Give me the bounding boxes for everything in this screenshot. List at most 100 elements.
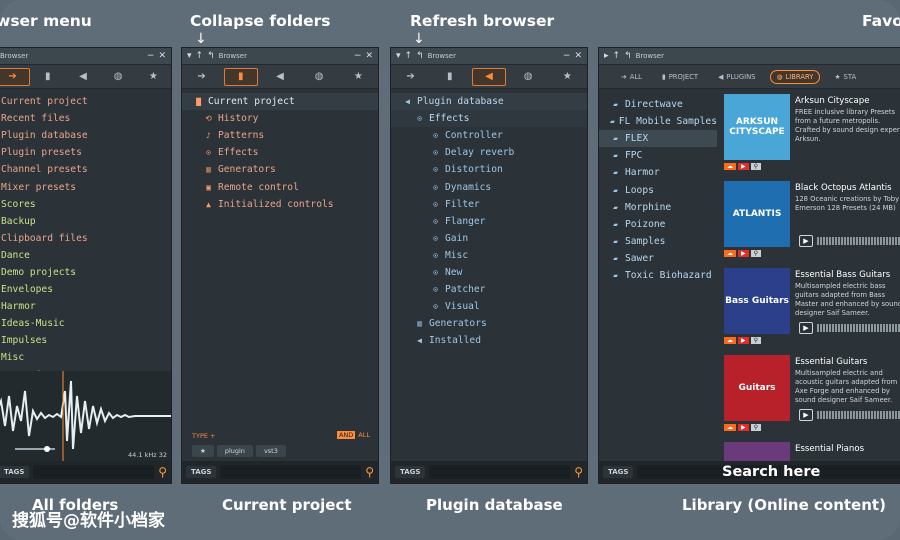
search-icon[interactable]: ⚲ [574,465,583,479]
library-folder[interactable]: ▰ Morphine [599,199,717,216]
soundcloud-icon[interactable]: ☁ [724,163,736,170]
folder-item[interactable]: Harmor [0,298,171,315]
minimize-icon[interactable]: − [563,51,571,61]
folder-item[interactable]: Mixer presets [0,178,171,195]
minimize-icon[interactable]: − [147,51,155,61]
library-card[interactable]: Guitars Essential Guitars Multisampled ele… [721,355,900,439]
minimize-icon[interactable]: − [354,51,362,61]
tab-plugins[interactable]: ◀ [471,67,506,86]
tree-item[interactable]: ⊙ Controller [391,127,587,144]
tab-project[interactable]: ▮ [223,67,258,86]
preview-play-button[interactable]: ▶ [799,322,813,334]
info-icon[interactable]: ⚲ [750,424,762,431]
tree-item[interactable]: ⊙ Delay reverb [391,144,587,161]
tab-library[interactable]: ◍ [302,68,336,86]
search-icon[interactable]: ⚲ [158,465,167,479]
tree-item[interactable]: ⊙ Misc [391,247,587,264]
youtube-icon[interactable]: ▶ [738,337,749,344]
tree-item[interactable]: ▲ Initialized controls [182,196,378,213]
tab-project[interactable]: ▮ [433,68,467,86]
type-filter-label[interactable]: TYPE + [192,432,215,440]
tree-item[interactable]: ⟲ History [182,110,378,127]
library-folder[interactable]: ▰ Directwave [599,96,717,113]
search-icon[interactable]: ⚲ [365,465,374,479]
folder-item[interactable]: Current project [0,93,171,110]
tab-plugins[interactable]: ◀ PLUGINS [712,71,761,83]
refresh-icon[interactable]: ↰ [624,51,632,61]
and-toggle[interactable]: AND [336,431,356,439]
search-input[interactable] [220,465,362,479]
tree-item[interactable]: ▣ Remote control [182,178,378,195]
tab-project[interactable]: ▮ [31,68,65,86]
tree-item[interactable]: ▥ Generators [182,161,378,178]
up-arrow-icon[interactable]: ↑ [196,51,204,61]
info-icon[interactable]: ⚲ [750,250,762,257]
library-card[interactable]: Bass Guitars Essential Bass Guitars Multis… [721,268,900,352]
filter-chip[interactable]: plugin [216,445,253,457]
tree-item[interactable]: ◀ Installed [391,332,587,349]
folder-item[interactable]: Backup [0,213,171,230]
library-card[interactable]: ATLANTIS Black Octopus Atlantis 128 Oceani… [721,181,900,265]
search-input[interactable] [429,465,571,479]
tree-item[interactable]: ⊙ Patcher [391,281,587,298]
tree-item[interactable]: ⊙ Flanger [391,213,587,230]
tab-all[interactable]: ➔ [0,67,30,86]
refresh-icon[interactable]: ↰ [207,51,215,61]
filter-chip[interactable]: vst3 [255,445,286,457]
tab-all[interactable]: ➔ [394,68,428,86]
folder-item[interactable]: Plugin presets [0,144,171,161]
collapse-folders-icon[interactable]: ▾ [187,51,192,61]
all-toggle[interactable]: ALL [358,431,370,439]
tab-project[interactable]: ▮ PROJECT [656,71,704,83]
folder-item[interactable]: Dance [0,247,171,264]
tab-plugins[interactable]: ◀ [263,68,297,86]
tree-item[interactable]: ⊙ Filter [391,196,587,213]
tab-all[interactable]: ➔ [185,68,219,86]
collapse-folders-icon[interactable]: ▾ [396,51,401,61]
close-icon[interactable]: ✕ [574,51,582,61]
tab-library[interactable]: ◍ [101,68,135,86]
tab-favorites[interactable]: ★ [550,68,584,86]
folder-item[interactable]: Scores [0,196,171,213]
youtube-icon[interactable]: ▶ [738,424,749,431]
close-icon[interactable]: ✕ [365,51,373,61]
preview-play-button[interactable]: ▶ [799,235,813,247]
info-icon[interactable]: ⚲ [750,163,762,170]
library-folder[interactable]: ▰ Sawer [599,250,717,267]
soundcloud-icon[interactable]: ☁ [724,337,736,344]
tab-library[interactable]: ◍ LIBRARY [769,69,821,84]
youtube-icon[interactable]: ▶ [738,250,749,257]
folder-item[interactable]: Plugin database [0,127,171,144]
tags-button[interactable]: TAGS [395,466,426,478]
tab-all[interactable]: ➔ ALL [615,71,648,83]
library-folder[interactable]: ▰ Samples [599,233,717,250]
folder-item[interactable]: Demo projects [0,264,171,281]
tab-plugins[interactable]: ◀ [66,68,100,86]
soundcloud-icon[interactable]: ☁ [724,250,736,257]
folder-item[interactable]: Channel presets [0,161,171,178]
preview-play-button[interactable]: ▶ [799,409,813,421]
library-folder[interactable]: ▰ Toxic Biohazard [599,267,717,284]
tags-button[interactable]: TAGS [603,466,634,478]
expand-icon[interactable]: ▸ [604,51,609,61]
tree-item[interactable]: ⊙ Effects [391,110,587,128]
folder-item[interactable]: Clipboard files [0,230,171,247]
tree-item[interactable]: ⊙ Effects [182,144,378,161]
folder-item[interactable]: Recent files [0,110,171,127]
tree-item[interactable]: ⊙ Distortion [391,161,587,178]
up-arrow-icon[interactable]: ↑ [405,51,413,61]
tree-item[interactable]: ⊙ Visual [391,298,587,315]
tree-item[interactable]: ▥ Generators [391,315,587,332]
up-arrow-icon[interactable]: ↑ [613,51,621,61]
filter-chip[interactable]: ★ [192,445,214,457]
folder-item[interactable]: Envelopes [0,281,171,298]
tab-favorites[interactable]: ★ [136,68,170,86]
search-input[interactable] [33,465,155,479]
youtube-icon[interactable]: ▶ [738,163,749,170]
library-folder[interactable]: ▰ FLEX [599,130,717,148]
tree-root-item[interactable]: ▇ Current project [182,93,378,111]
close-icon[interactable]: ✕ [158,51,166,61]
tree-item[interactable]: ♪ Patterns [182,127,378,144]
folder-item[interactable]: Misc [0,349,171,366]
library-folder[interactable]: ▰ FL Mobile Samples [599,113,717,130]
